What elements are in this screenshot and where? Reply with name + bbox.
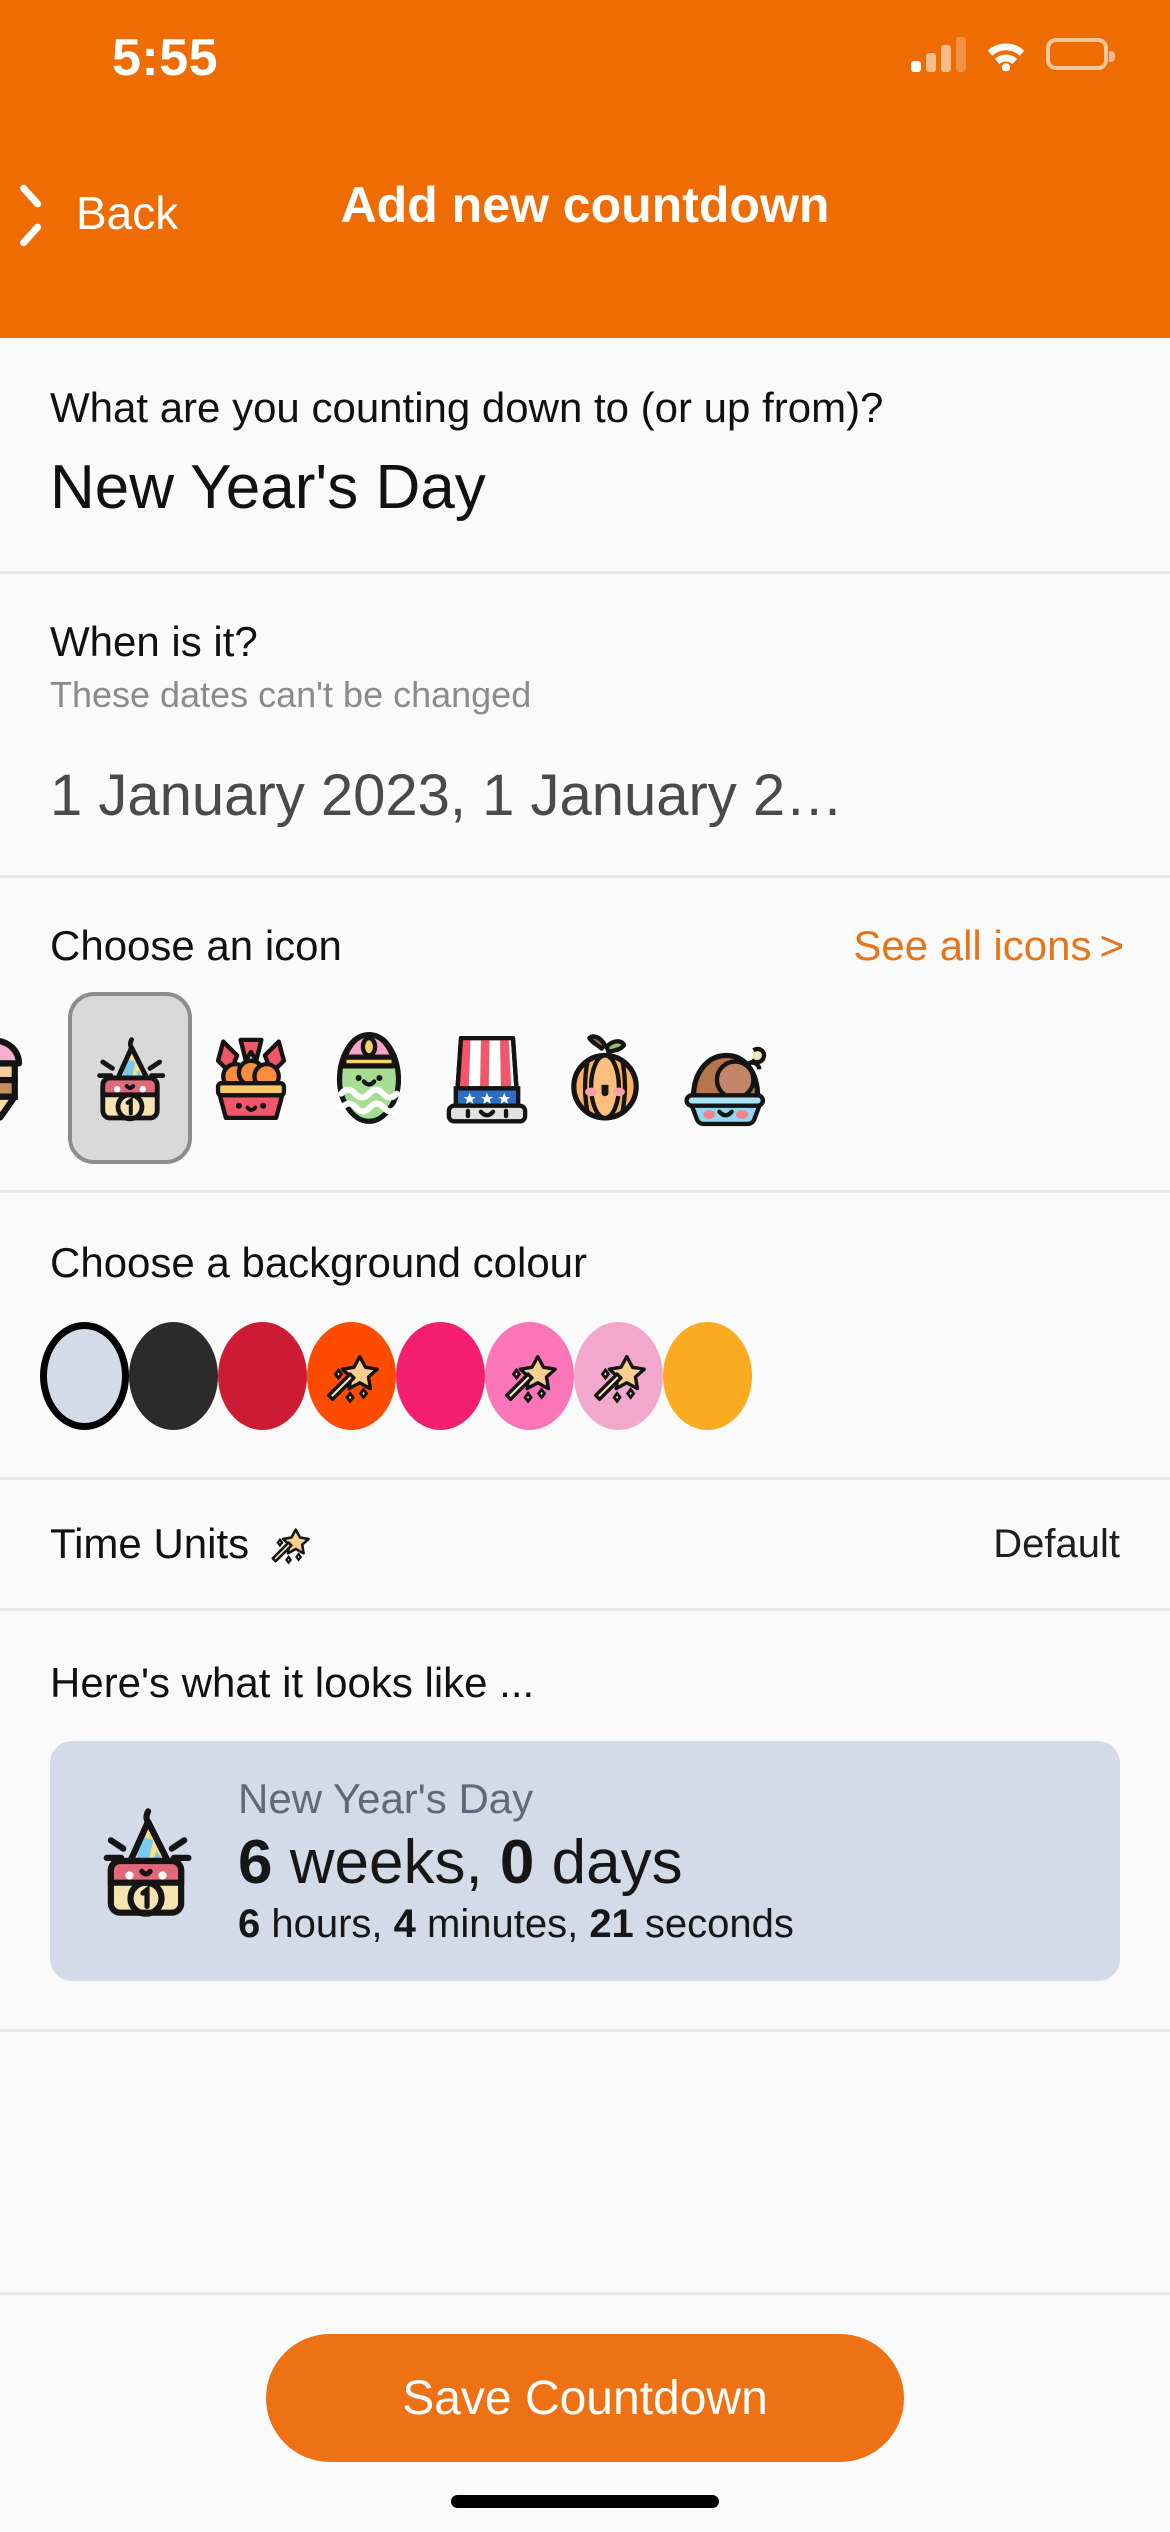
preview-card: New Year's Day 6 weeks, 0 days 6 hours, …: [50, 1741, 1120, 1981]
colour-section: Choose a background colour: [0, 1193, 1170, 1477]
icon-section-header: Choose an icon See all icons >: [0, 878, 1170, 970]
name-question-label: What are you counting down to (or up fro…: [50, 384, 884, 431]
see-all-icons-link[interactable]: See all icons >: [853, 922, 1124, 970]
shooting-star-icon: [593, 1354, 646, 1404]
swatch-orange-red[interactable]: [307, 1322, 396, 1430]
status-bar-clock: 5:55: [111, 29, 219, 87]
roast-turkey-icon: [684, 1046, 767, 1127]
footer-bar: Save Countdown: [0, 2292, 1170, 2532]
date-section: When is it? These dates can't be changed…: [0, 574, 1170, 875]
colour-swatch-wrap: [129, 1322, 218, 1430]
preview-primary-units: 6 weeks, 0 days: [238, 1828, 683, 1897]
colour-swatch-wrap: [307, 1322, 396, 1430]
cellular-signal-icon: [911, 36, 966, 72]
form-content: What are you counting down to (or up fro…: [0, 338, 1170, 2532]
colour-swatch-wrap: [40, 1322, 129, 1430]
icon-scroller[interactable]: [0, 970, 1170, 1190]
pumpkin-icon: [571, 1034, 639, 1121]
new-year-calendar-icon: [103, 1808, 192, 1917]
time-units-value: Default: [993, 1521, 1120, 1566]
status-bar: 5:55: [0, 0, 1170, 160]
swatch-black[interactable]: [129, 1322, 218, 1430]
preview-title: New Year's Day: [238, 1775, 534, 1822]
status-bar-indicators: [911, 36, 1115, 72]
colour-swatch-wrap: [574, 1322, 663, 1430]
countdown-name-input[interactable]: New Year's Day: [0, 432, 1170, 571]
chevron-right-icon: >: [1099, 922, 1124, 969]
date-value: 1 January 2023, 1 January 2…: [50, 763, 844, 828]
shooting-star-icon: [504, 1354, 557, 1404]
colour-scroller[interactable]: [0, 1287, 1170, 1477]
shooting-star-icon: [326, 1354, 379, 1404]
date-question-label: When is it?: [50, 618, 258, 665]
shooting-star-icon: [271, 1528, 311, 1565]
icon-option-roast-turkey[interactable]: [664, 994, 782, 1162]
preview-heading: Here's what it looks like ...: [50, 1659, 535, 1706]
preview-secondary-units: 6 hours, 4 minutes, 21 seconds: [238, 1902, 794, 1946]
icon-option-easter-basket[interactable]: [192, 994, 310, 1162]
icon-section: Choose an icon See all icons >: [0, 878, 1170, 1190]
home-indicator[interactable]: [451, 2495, 719, 2508]
icon-section-title: Choose an icon: [50, 922, 342, 969]
icon-option-uncle-sam-hat[interactable]: [428, 994, 546, 1162]
colour-section-title: Choose a background colour: [50, 1239, 588, 1286]
date-helper-text: These dates can't be changed: [50, 674, 532, 715]
name-section: What are you counting down to (or up fro…: [0, 338, 1170, 571]
wifi-icon: [984, 37, 1028, 72]
icon-option-new-year-calendar[interactable]: [68, 992, 192, 1164]
see-all-icons-label: See all icons: [853, 922, 1092, 969]
swatch-deep-pink[interactable]: [396, 1322, 485, 1430]
colour-swatch-wrap: [663, 1322, 752, 1430]
icon-option-pumpkin[interactable]: [546, 994, 664, 1162]
navigation-bar: 5:55 Back Add new countdown: [0, 0, 1170, 338]
save-countdown-button[interactable]: Save Countdown: [266, 2334, 904, 2462]
colour-swatch-wrap: [396, 1322, 485, 1430]
time-units-label: Time Units: [50, 1520, 250, 1567]
ice-cream-icon: [0, 1038, 23, 1121]
preview-section: Here's what it looks like ... New Year's…: [0, 1611, 1170, 1981]
swatch-amber[interactable]: [663, 1322, 752, 1430]
colour-swatch-wrap: [485, 1322, 574, 1430]
swatch-light-blue[interactable]: [40, 1322, 129, 1430]
easter-basket-icon: [215, 1037, 287, 1121]
swatch-crimson[interactable]: [218, 1322, 307, 1430]
new-year-calendar-icon: [97, 1037, 166, 1122]
footer-divider: [0, 2292, 1170, 2295]
swatch-light-pink[interactable]: [574, 1322, 663, 1430]
icon-option-easter-egg[interactable]: [310, 994, 428, 1162]
colour-swatch-wrap: [218, 1322, 307, 1430]
section-divider: [0, 2029, 1170, 2032]
battery-low-power-icon: [1046, 38, 1115, 70]
time-units-row[interactable]: Time Units Default: [0, 1480, 1170, 1608]
uncle-sam-hat-icon: [446, 1035, 528, 1124]
icon-option-ice-cream[interactable]: [0, 994, 46, 1162]
app-screen: 5:55 Back Add new countdown What are you…: [0, 0, 1170, 2532]
swatch-pink[interactable]: [485, 1322, 574, 1430]
page-title: Add new countdown: [340, 177, 830, 233]
easter-egg-icon: [336, 1032, 402, 1124]
